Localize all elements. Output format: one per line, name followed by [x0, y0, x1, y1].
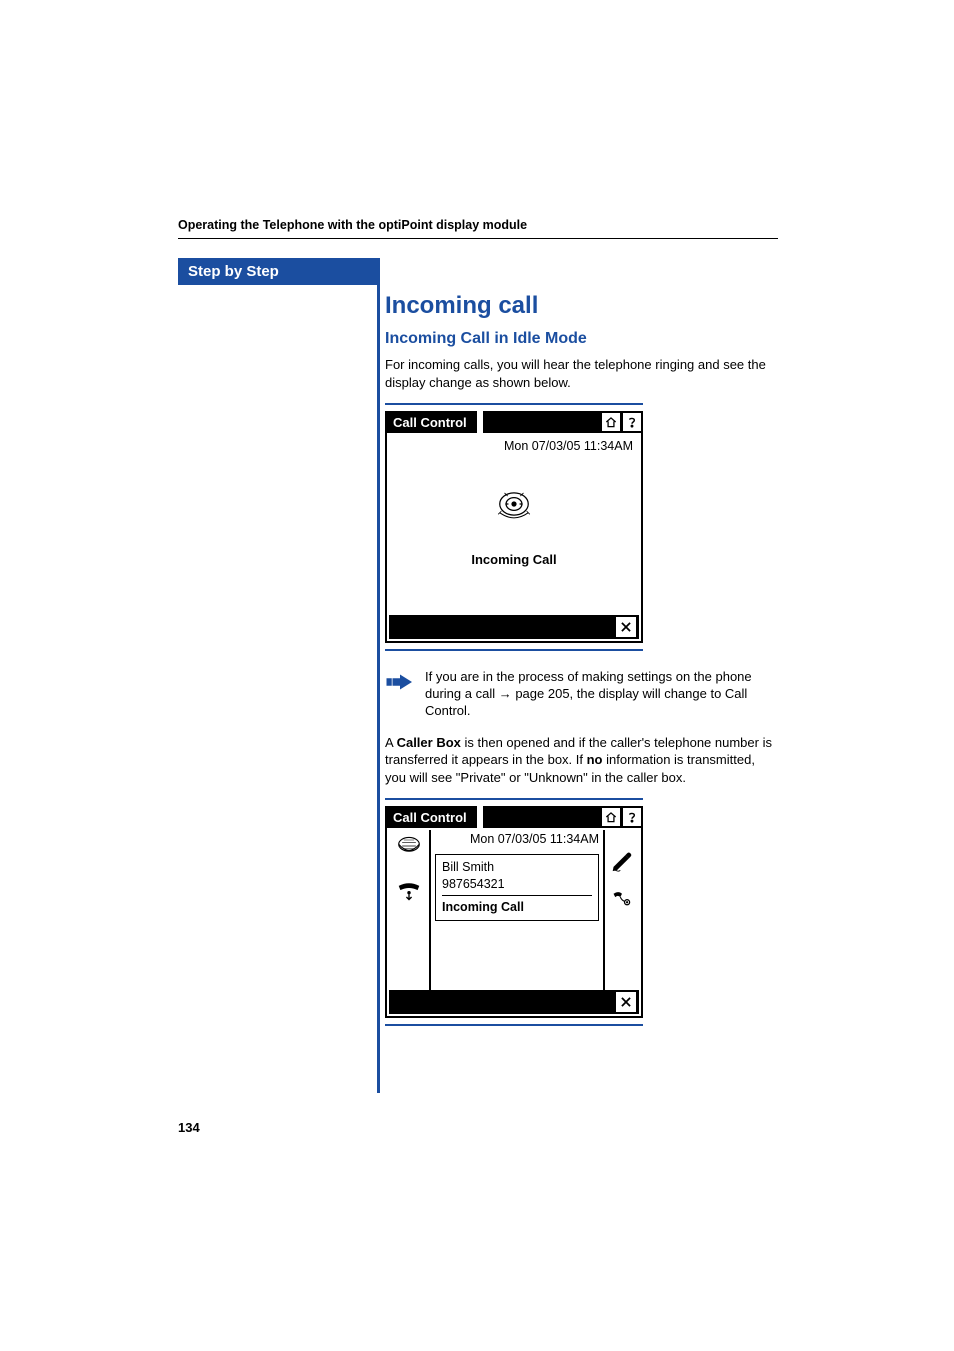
note-arrow-glyph: → — [499, 686, 512, 701]
incoming-call-label-1: Incoming Call — [395, 552, 633, 567]
header-rule — [178, 238, 778, 239]
p2-bold1: Caller Box — [397, 735, 461, 750]
heading-incoming-call: Incoming call — [385, 292, 775, 320]
caller-name: Bill Smith — [442, 859, 592, 876]
deflect-call-icon[interactable] — [610, 887, 634, 914]
incoming-call-label-2: Incoming Call — [442, 895, 592, 916]
phone-frame-2: Call Control — [385, 806, 643, 1018]
page-container: Operating the Telephone with the optiPoi… — [0, 0, 954, 1351]
titlebar-tab-1: Call Control — [385, 411, 477, 433]
sidebar-label: Step by Step — [188, 263, 279, 280]
screen-inner-1: Mon 07/03/05 11:34AM — [389, 435, 639, 615]
screen-2: Mon 07/03/05 11:34AM Bill Smith 98765432… — [385, 828, 643, 1018]
phone-panel-2: Call Control — [385, 798, 643, 1026]
mid-column: Mon 07/03/05 11:34AM Bill Smith 98765432… — [431, 830, 603, 923]
pencil-icon[interactable] — [610, 850, 634, 877]
screen2-body: Mon 07/03/05 11:34AM Bill Smith 98765432… — [389, 830, 639, 990]
note-arrow-icon — [385, 669, 415, 720]
close-icon[interactable] — [616, 617, 636, 637]
phone-panel-1: Call Control Mon 07/03/05 11:34AM — [385, 403, 643, 651]
note-text: If you are in the process of making sett… — [425, 669, 775, 720]
heading-idle-mode: Incoming Call in Idle Mode — [385, 330, 775, 348]
note-block: If you are in the process of making sett… — [385, 669, 775, 720]
intro-paragraph: For incoming calls, you will hear the te… — [385, 356, 775, 391]
p2-a: A — [385, 735, 397, 750]
bottombar-1 — [389, 615, 639, 639]
sidebar-rule — [377, 258, 380, 1093]
close-icon[interactable] — [616, 992, 636, 1012]
left-icon-column — [389, 830, 431, 990]
bottombar-2 — [389, 990, 639, 1014]
page-number: 134 — [178, 1120, 200, 1135]
datetime-2: Mon 07/03/05 11:34AM — [435, 832, 599, 846]
p2-bold2: no — [587, 752, 603, 767]
titlebar-right-2 — [483, 806, 643, 828]
handset-down-icon[interactable] — [395, 879, 423, 908]
titlebar-1: Call Control — [385, 411, 643, 433]
sidebar-step-by-step: Step by Step — [178, 258, 380, 285]
screen-1: Mon 07/03/05 11:34AM — [385, 433, 643, 643]
home-icon[interactable] — [602, 808, 620, 826]
titlebar-tab-2: Call Control — [385, 806, 477, 828]
right-icon-column — [603, 830, 639, 990]
ringer-icon — [395, 485, 633, 528]
home-icon[interactable] — [602, 413, 620, 431]
speaker-icon[interactable] — [395, 834, 423, 863]
main-column: Incoming call Incoming Call in Idle Mode… — [385, 292, 775, 1044]
phone-frame-1: Call Control Mon 07/03/05 11:34AM — [385, 411, 643, 643]
running-header: Operating the Telephone with the optiPoi… — [178, 218, 778, 232]
help-icon[interactable] — [623, 808, 641, 826]
caller-box: Bill Smith 987654321 Incoming Call — [435, 854, 599, 921]
datetime-1: Mon 07/03/05 11:34AM — [395, 439, 633, 453]
help-icon[interactable] — [623, 413, 641, 431]
header-area: Operating the Telephone with the optiPoi… — [178, 218, 778, 253]
titlebar-right-1 — [483, 411, 643, 433]
caller-box-paragraph: A Caller Box is then opened and if the c… — [385, 734, 775, 787]
caller-number: 987654321 — [442, 876, 592, 893]
titlebar-2: Call Control — [385, 806, 643, 828]
